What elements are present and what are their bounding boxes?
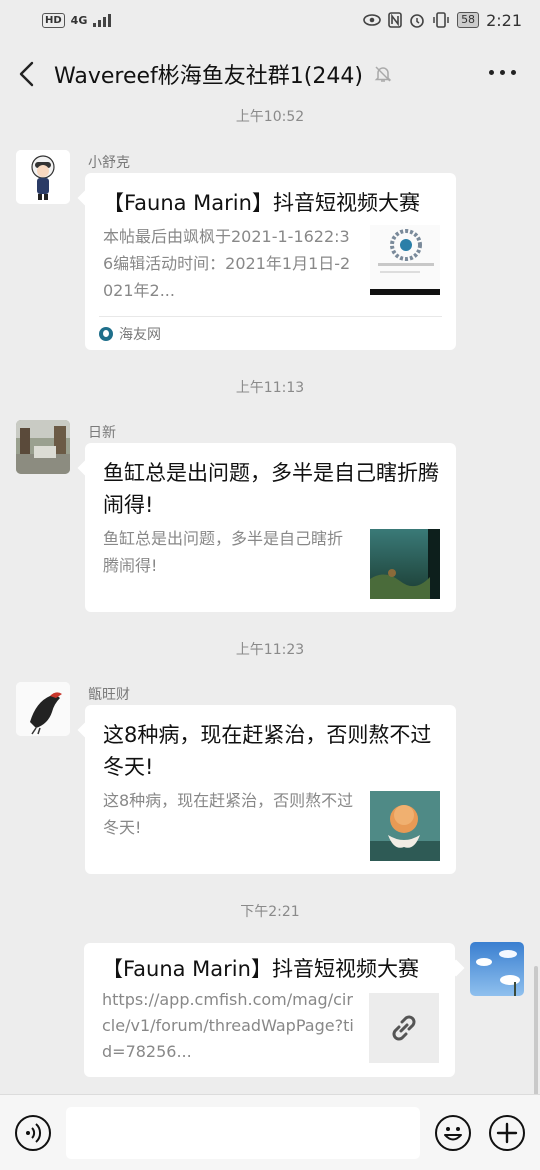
card-thumbnail [370, 791, 440, 861]
eye-icon [363, 14, 381, 26]
more-button[interactable] [489, 70, 516, 75]
card-description: 鱼缸总是出问题，多半是自己瞎折腾闹得! [103, 529, 344, 575]
aquarium-image [370, 529, 440, 599]
avatar[interactable] [16, 420, 70, 474]
message-input[interactable] [66, 1107, 420, 1159]
card-title: 这8种病，现在赶紧治，否则熬不过冬天! [103, 723, 432, 779]
status-bar: HD 4G 58 2:21 [0, 0, 540, 40]
plus-button[interactable] [489, 1115, 525, 1151]
sender-name: 日新 [88, 425, 116, 441]
source-name: 海友网 [119, 326, 161, 343]
link-card[interactable]: 【Fauna Marin】抖音短视频大赛 本帖最后由飒枫于2021-1-1622… [85, 173, 456, 350]
card-title: 【Fauna Marin】抖音短视频大赛 [102, 957, 419, 981]
timestamp: 下午2:21 [240, 904, 300, 920]
qr-poster-image [370, 225, 440, 295]
card-description: 本帖最后由飒枫于2021-1-1622:36编辑活动时间：2021年1月1日-2… [103, 227, 351, 300]
goldfish-image [370, 791, 440, 861]
sender-name: 甑旺财 [88, 687, 130, 703]
vibrate-icon [432, 12, 450, 28]
timestamp: 上午10:52 [235, 109, 305, 125]
link-card[interactable]: 鱼缸总是出问题，多半是自己瞎折腾闹得! 鱼缸总是出问题，多半是自己瞎折腾闹得! [85, 443, 456, 612]
battery-indicator: 58 [457, 12, 480, 28]
timestamp: 上午11:13 [235, 380, 305, 396]
status-right: 58 2:21 [363, 11, 522, 30]
nfc-icon [388, 12, 402, 28]
message-list[interactable]: 上午10:52 小舒克 【Fauna Marin】抖音短视频大赛 本帖最后由飒枫… [0, 104, 540, 1170]
sky-avatar-image [470, 942, 524, 996]
avatar[interactable] [16, 150, 70, 204]
pilot-avatar-image [16, 150, 70, 204]
back-button[interactable] [16, 60, 40, 88]
card-description: 这8种病，现在赶紧治，否则熬不过冬天! [103, 791, 354, 837]
my-avatar[interactable] [470, 942, 524, 996]
link-card[interactable]: 这8种病，现在赶紧治，否则熬不过冬天! 这8种病，现在赶紧治，否则熬不过冬天! [85, 705, 456, 874]
alarm-icon [409, 12, 425, 28]
card-source: 海友网 [99, 316, 442, 350]
bell-off-icon [373, 64, 393, 84]
site-logo-icon [99, 326, 113, 341]
avatar[interactable] [16, 682, 70, 736]
chevron-left-icon [19, 61, 34, 87]
garden-avatar-image [16, 420, 70, 474]
card-thumbnail [370, 225, 440, 295]
voice-button[interactable] [15, 1115, 51, 1151]
group-name: Wavereef彬海鱼友社群1(244) [54, 64, 363, 89]
voice-icon [26, 1123, 42, 1143]
card-thumbnail [370, 529, 440, 599]
chat-header: Wavereef彬海鱼友社群1(244) [0, 44, 540, 104]
link-icon [392, 1015, 416, 1041]
timestamp: 上午11:23 [235, 642, 305, 658]
plus-icon [496, 1122, 518, 1144]
chat-title: Wavereef彬海鱼友社群1(244) [54, 58, 393, 90]
status-left: HD 4G [42, 12, 112, 28]
sender-name: 小舒克 [88, 155, 130, 171]
signal-icon [93, 13, 112, 27]
clock: 2:21 [486, 10, 522, 30]
emoji-button[interactable] [435, 1115, 471, 1151]
emoji-icon [444, 1127, 462, 1141]
hd-badge: HD [42, 12, 65, 28]
network-type: 4G [70, 13, 88, 27]
card-title: 【Fauna Marin】抖音短视频大赛 [103, 191, 420, 215]
card-description: https://app.cmfish.com/mag/circle/v1/for… [102, 990, 354, 1061]
bird-avatar-image [16, 682, 70, 736]
card-title: 鱼缸总是出问题，多半是自己瞎折腾闹得! [103, 461, 439, 517]
link-card[interactable]: 【Fauna Marin】抖音短视频大赛 https://app.cmfish.… [84, 943, 455, 1077]
card-thumbnail [369, 993, 439, 1063]
input-bar [0, 1094, 540, 1170]
more-dots-icon [489, 70, 494, 75]
